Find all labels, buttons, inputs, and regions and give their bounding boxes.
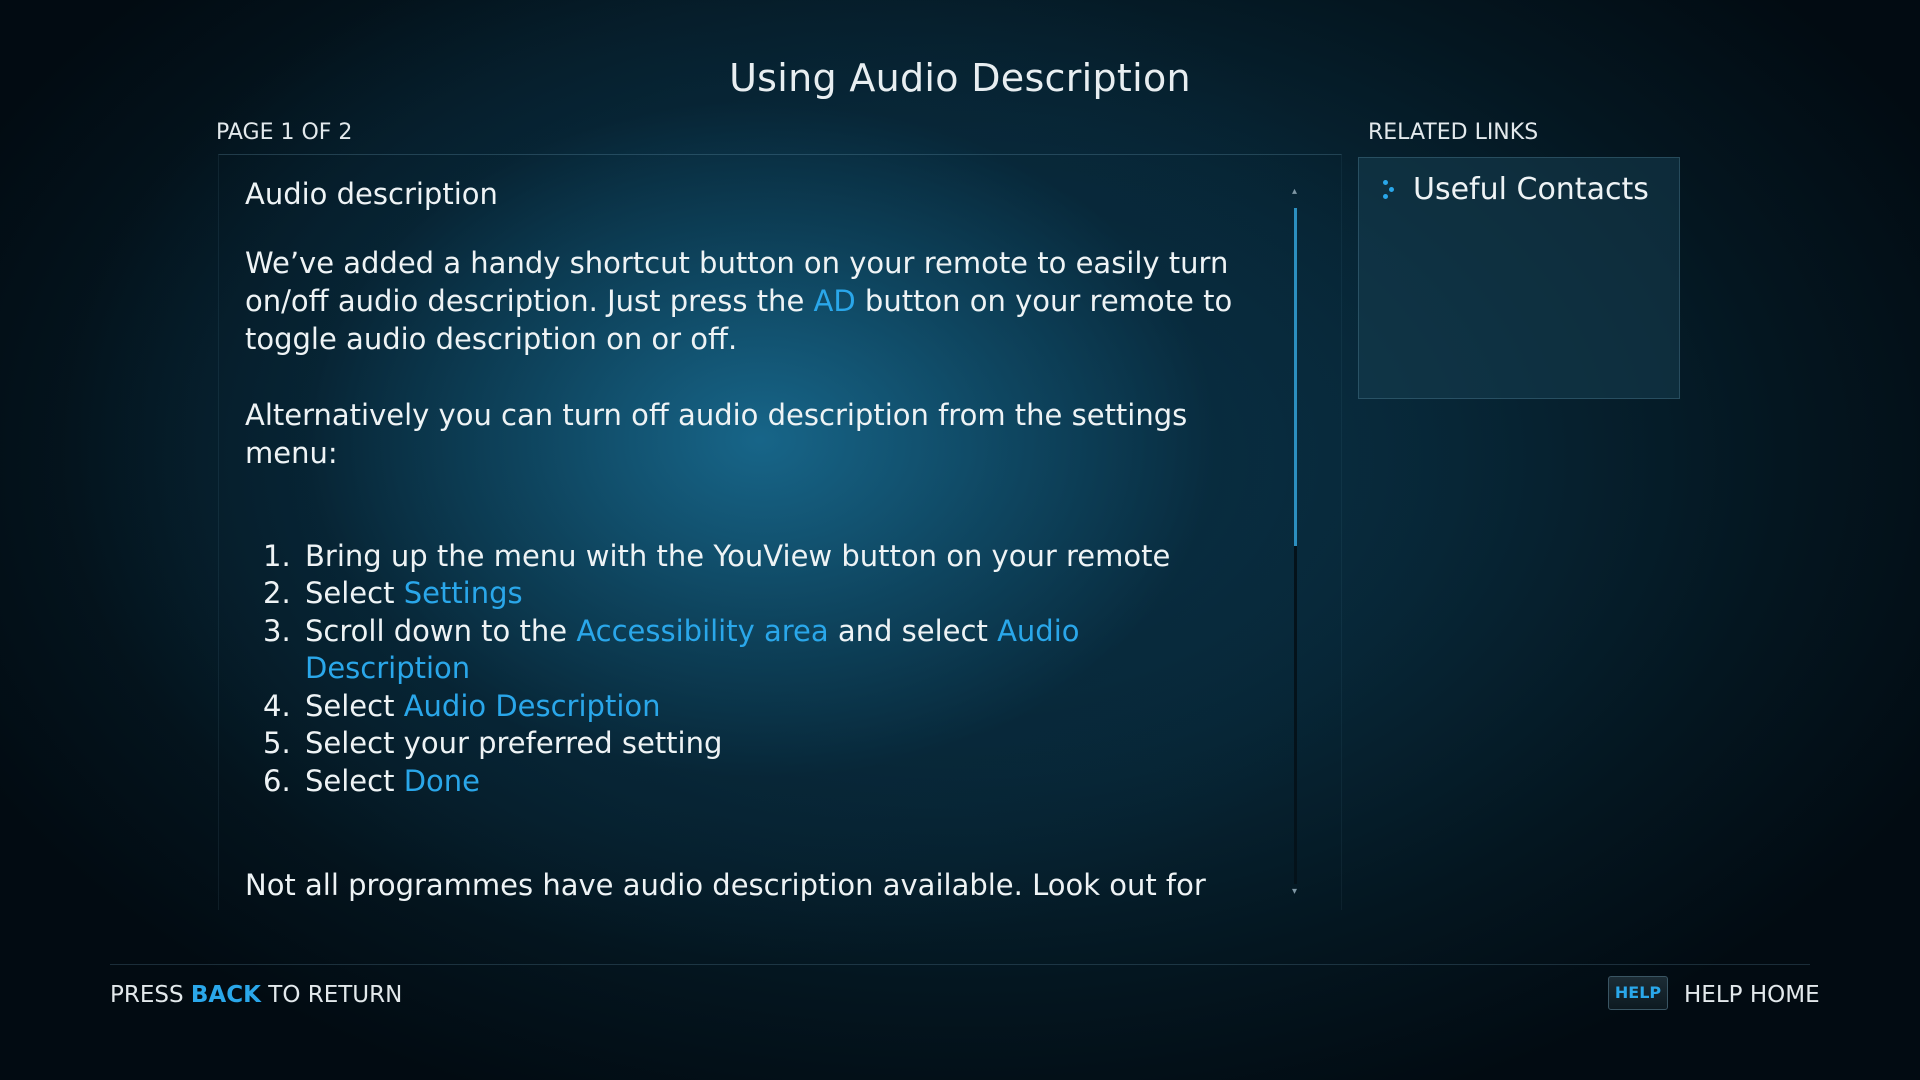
related-links-panel: Useful Contacts [1358, 157, 1680, 399]
back-key-label[interactable]: BACK [191, 982, 261, 1008]
step-text-part: Scroll down to the [305, 613, 577, 648]
step-link[interactable]: Done [404, 764, 480, 798]
step-item: 1. Bring up the menu with the YouView but… [263, 538, 1245, 576]
article-heading: Audio description [245, 177, 498, 211]
step-text: Select Audio Description [305, 688, 661, 726]
step-text-part: Select [305, 576, 404, 611]
step-text: Select your preferred setting [305, 725, 722, 763]
step-text: Select Done [305, 763, 480, 801]
dot-bullet-icon [1377, 177, 1399, 203]
intro-paragraph: We’ve added a handy shortcut button on y… [245, 244, 1245, 358]
step-text-part: Bring up the menu with the YouView butto… [305, 538, 1171, 573]
step-item: 3. Scroll down to the Accessibility area … [263, 613, 1245, 688]
step-text-part: and select [828, 613, 998, 648]
article-scrollbar[interactable]: ▴ ▾ [1292, 186, 1298, 898]
step-number: 5. [263, 726, 291, 761]
help-screen: Using Audio Description PAGE 1 OF 2 Audi… [0, 0, 1920, 1080]
ad-button-link[interactable]: AD [814, 284, 856, 318]
article-panel[interactable]: Audio description We’ve added a handy sh… [218, 154, 1342, 910]
help-home-link[interactable]: HELP HOME [1684, 982, 1820, 1008]
step-text-part: Select your preferred setting [305, 726, 723, 761]
step-text: Scroll down to the Accessibility area an… [305, 613, 1245, 688]
page-title: Using Audio Description [729, 56, 1191, 100]
back-hint: PRESS BACK TO RETURN [110, 982, 402, 1008]
back-hint-press: PRESS [110, 982, 191, 1008]
page-indicator: PAGE 1 OF 2 [216, 120, 353, 145]
step-item: 6. Select Done [263, 763, 1245, 801]
related-link-useful-contacts[interactable]: Useful Contacts [1377, 172, 1649, 207]
step-text: Select Settings [305, 575, 523, 613]
note-paragraph: Not all programmes have audio descriptio… [245, 868, 1206, 903]
help-key-badge[interactable]: HELP [1608, 976, 1668, 1010]
step-link[interactable]: Accessibility area [576, 614, 828, 648]
step-link[interactable]: Audio Description [404, 689, 661, 723]
step-number: 2. [263, 576, 291, 611]
scroll-down-icon[interactable]: ▾ [1286, 886, 1304, 898]
alternative-paragraph: Alternatively you can turn off audio des… [245, 397, 1188, 470]
article-viewport[interactable]: Audio description We’ve added a handy sh… [245, 177, 1245, 903]
scroll-thumb[interactable] [1294, 208, 1297, 546]
step-text-part: Select [305, 688, 404, 723]
step-item: 2. Select Settings [263, 575, 1245, 613]
step-number: 1. [263, 538, 291, 573]
step-text-part: Select [305, 763, 404, 798]
step-link[interactable]: Settings [404, 576, 523, 610]
related-link-label: Useful Contacts [1413, 172, 1649, 207]
step-item: 4. Select Audio Description [263, 688, 1245, 726]
step-item: 5. Select your preferred setting [263, 725, 1245, 763]
step-text: Bring up the menu with the YouView butto… [305, 538, 1170, 576]
related-links-heading: RELATED LINKS [1368, 120, 1539, 145]
step-number: 4. [263, 688, 291, 723]
step-number: 6. [263, 763, 291, 798]
step-number: 3. [263, 613, 291, 648]
footer-divider [110, 964, 1810, 965]
back-hint-return: TO RETURN [260, 982, 403, 1008]
scroll-up-icon[interactable]: ▴ [1286, 186, 1304, 198]
steps-list: 1. Bring up the menu with the YouView but… [245, 538, 1245, 801]
